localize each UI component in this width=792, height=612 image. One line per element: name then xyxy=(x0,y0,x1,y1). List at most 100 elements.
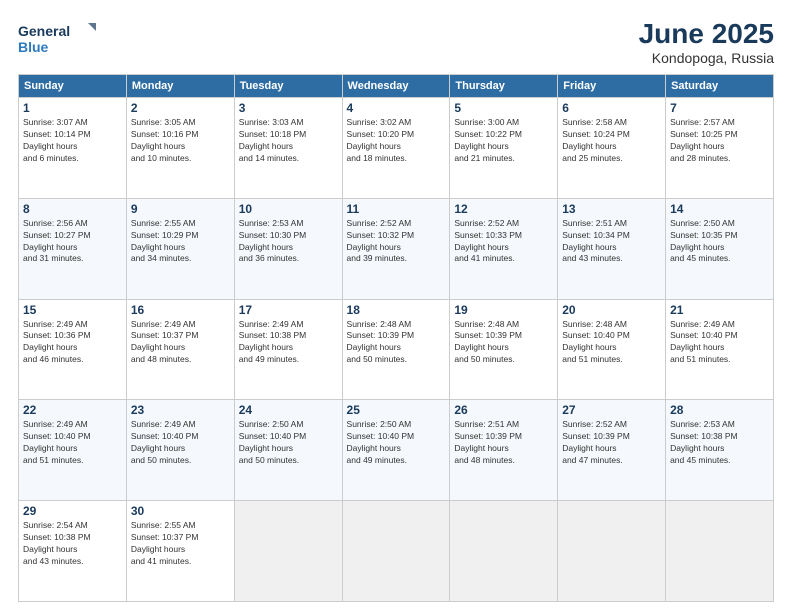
week-row-1: 1 Sunrise: 3:07 AM Sunset: 10:14 PM Dayl… xyxy=(19,98,774,199)
day-info: Sunrise: 2:58 AM Sunset: 10:24 PM Daylig… xyxy=(562,117,661,165)
page: General Blue June 2025 Kondopoga, Russia… xyxy=(0,0,792,612)
table-cell: 21 Sunrise: 2:49 AM Sunset: 10:40 PM Day… xyxy=(666,299,774,400)
day-number: 29 xyxy=(23,504,122,518)
day-number: 14 xyxy=(670,202,769,216)
day-info: Sunrise: 2:52 AM Sunset: 10:33 PM Daylig… xyxy=(454,218,553,266)
week-row-3: 15 Sunrise: 2:49 AM Sunset: 10:36 PM Day… xyxy=(19,299,774,400)
day-info: Sunrise: 3:05 AM Sunset: 10:16 PM Daylig… xyxy=(131,117,230,165)
svg-text:General: General xyxy=(18,23,70,39)
day-info: Sunrise: 2:49 AM Sunset: 10:38 PM Daylig… xyxy=(239,319,338,367)
table-cell xyxy=(450,501,558,602)
header-tuesday: Tuesday xyxy=(234,75,342,98)
day-number: 8 xyxy=(23,202,122,216)
table-cell: 9 Sunrise: 2:55 AM Sunset: 10:29 PM Dayl… xyxy=(126,198,234,299)
calendar-table: Sunday Monday Tuesday Wednesday Thursday… xyxy=(18,74,774,602)
day-number: 3 xyxy=(239,101,338,115)
day-number: 26 xyxy=(454,403,553,417)
day-number: 21 xyxy=(670,303,769,317)
week-row-5: 29 Sunrise: 2:54 AM Sunset: 10:38 PM Day… xyxy=(19,501,774,602)
day-info: Sunrise: 3:00 AM Sunset: 10:22 PM Daylig… xyxy=(454,117,553,165)
table-cell xyxy=(558,501,666,602)
table-cell: 29 Sunrise: 2:54 AM Sunset: 10:38 PM Day… xyxy=(19,501,127,602)
logo: General Blue xyxy=(18,18,98,63)
header-friday: Friday xyxy=(558,75,666,98)
day-info: Sunrise: 2:50 AM Sunset: 10:35 PM Daylig… xyxy=(670,218,769,266)
header-thursday: Thursday xyxy=(450,75,558,98)
title-area: June 2025 Kondopoga, Russia xyxy=(639,18,774,66)
calendar-subtitle: Kondopoga, Russia xyxy=(639,50,774,66)
day-info: Sunrise: 2:51 AM Sunset: 10:34 PM Daylig… xyxy=(562,218,661,266)
day-number: 10 xyxy=(239,202,338,216)
table-cell: 11 Sunrise: 2:52 AM Sunset: 10:32 PM Day… xyxy=(342,198,450,299)
day-info: Sunrise: 2:48 AM Sunset: 10:39 PM Daylig… xyxy=(454,319,553,367)
header-wednesday: Wednesday xyxy=(342,75,450,98)
day-number: 4 xyxy=(347,101,446,115)
day-number: 28 xyxy=(670,403,769,417)
day-number: 5 xyxy=(454,101,553,115)
day-number: 18 xyxy=(347,303,446,317)
table-cell: 24 Sunrise: 2:50 AM Sunset: 10:40 PM Day… xyxy=(234,400,342,501)
table-cell xyxy=(666,501,774,602)
table-cell: 28 Sunrise: 2:53 AM Sunset: 10:38 PM Day… xyxy=(666,400,774,501)
table-cell: 10 Sunrise: 2:53 AM Sunset: 10:30 PM Day… xyxy=(234,198,342,299)
day-number: 22 xyxy=(23,403,122,417)
day-number: 25 xyxy=(347,403,446,417)
day-number: 6 xyxy=(562,101,661,115)
week-row-4: 22 Sunrise: 2:49 AM Sunset: 10:40 PM Day… xyxy=(19,400,774,501)
header: General Blue June 2025 Kondopoga, Russia xyxy=(18,18,774,66)
day-number: 12 xyxy=(454,202,553,216)
day-info: Sunrise: 2:51 AM Sunset: 10:39 PM Daylig… xyxy=(454,419,553,467)
day-info: Sunrise: 2:49 AM Sunset: 10:40 PM Daylig… xyxy=(670,319,769,367)
day-info: Sunrise: 2:50 AM Sunset: 10:40 PM Daylig… xyxy=(239,419,338,467)
day-info: Sunrise: 2:53 AM Sunset: 10:38 PM Daylig… xyxy=(670,419,769,467)
table-cell xyxy=(342,501,450,602)
table-cell: 12 Sunrise: 2:52 AM Sunset: 10:33 PM Day… xyxy=(450,198,558,299)
day-number: 13 xyxy=(562,202,661,216)
table-cell: 27 Sunrise: 2:52 AM Sunset: 10:39 PM Day… xyxy=(558,400,666,501)
header-saturday: Saturday xyxy=(666,75,774,98)
day-number: 17 xyxy=(239,303,338,317)
weekday-header-row: Sunday Monday Tuesday Wednesday Thursday… xyxy=(19,75,774,98)
table-cell: 30 Sunrise: 2:55 AM Sunset: 10:37 PM Day… xyxy=(126,501,234,602)
day-number: 2 xyxy=(131,101,230,115)
table-cell: 23 Sunrise: 2:49 AM Sunset: 10:40 PM Day… xyxy=(126,400,234,501)
day-number: 16 xyxy=(131,303,230,317)
day-info: Sunrise: 2:53 AM Sunset: 10:30 PM Daylig… xyxy=(239,218,338,266)
day-info: Sunrise: 2:55 AM Sunset: 10:29 PM Daylig… xyxy=(131,218,230,266)
svg-text:Blue: Blue xyxy=(18,39,49,55)
day-info: Sunrise: 2:49 AM Sunset: 10:40 PM Daylig… xyxy=(23,419,122,467)
table-cell: 17 Sunrise: 2:49 AM Sunset: 10:38 PM Day… xyxy=(234,299,342,400)
day-info: Sunrise: 2:56 AM Sunset: 10:27 PM Daylig… xyxy=(23,218,122,266)
day-info: Sunrise: 2:49 AM Sunset: 10:40 PM Daylig… xyxy=(131,419,230,467)
table-cell: 18 Sunrise: 2:48 AM Sunset: 10:39 PM Day… xyxy=(342,299,450,400)
table-cell: 4 Sunrise: 3:02 AM Sunset: 10:20 PM Dayl… xyxy=(342,98,450,199)
header-sunday: Sunday xyxy=(19,75,127,98)
day-info: Sunrise: 2:57 AM Sunset: 10:25 PM Daylig… xyxy=(670,117,769,165)
day-number: 27 xyxy=(562,403,661,417)
table-cell: 26 Sunrise: 2:51 AM Sunset: 10:39 PM Day… xyxy=(450,400,558,501)
day-info: Sunrise: 2:52 AM Sunset: 10:39 PM Daylig… xyxy=(562,419,661,467)
day-number: 9 xyxy=(131,202,230,216)
day-info: Sunrise: 2:54 AM Sunset: 10:38 PM Daylig… xyxy=(23,520,122,568)
day-info: Sunrise: 2:48 AM Sunset: 10:40 PM Daylig… xyxy=(562,319,661,367)
header-monday: Monday xyxy=(126,75,234,98)
table-cell: 25 Sunrise: 2:50 AM Sunset: 10:40 PM Day… xyxy=(342,400,450,501)
day-number: 1 xyxy=(23,101,122,115)
day-info: Sunrise: 2:52 AM Sunset: 10:32 PM Daylig… xyxy=(347,218,446,266)
day-number: 11 xyxy=(347,202,446,216)
table-cell: 16 Sunrise: 2:49 AM Sunset: 10:37 PM Day… xyxy=(126,299,234,400)
day-info: Sunrise: 2:55 AM Sunset: 10:37 PM Daylig… xyxy=(131,520,230,568)
day-info: Sunrise: 2:49 AM Sunset: 10:36 PM Daylig… xyxy=(23,319,122,367)
table-cell: 15 Sunrise: 2:49 AM Sunset: 10:36 PM Day… xyxy=(19,299,127,400)
table-cell: 8 Sunrise: 2:56 AM Sunset: 10:27 PM Dayl… xyxy=(19,198,127,299)
calendar-title: June 2025 xyxy=(639,18,774,50)
day-number: 30 xyxy=(131,504,230,518)
table-cell: 1 Sunrise: 3:07 AM Sunset: 10:14 PM Dayl… xyxy=(19,98,127,199)
table-cell: 14 Sunrise: 2:50 AM Sunset: 10:35 PM Day… xyxy=(666,198,774,299)
day-info: Sunrise: 3:07 AM Sunset: 10:14 PM Daylig… xyxy=(23,117,122,165)
day-info: Sunrise: 2:49 AM Sunset: 10:37 PM Daylig… xyxy=(131,319,230,367)
day-number: 7 xyxy=(670,101,769,115)
day-number: 24 xyxy=(239,403,338,417)
table-cell: 19 Sunrise: 2:48 AM Sunset: 10:39 PM Day… xyxy=(450,299,558,400)
week-row-2: 8 Sunrise: 2:56 AM Sunset: 10:27 PM Dayl… xyxy=(19,198,774,299)
